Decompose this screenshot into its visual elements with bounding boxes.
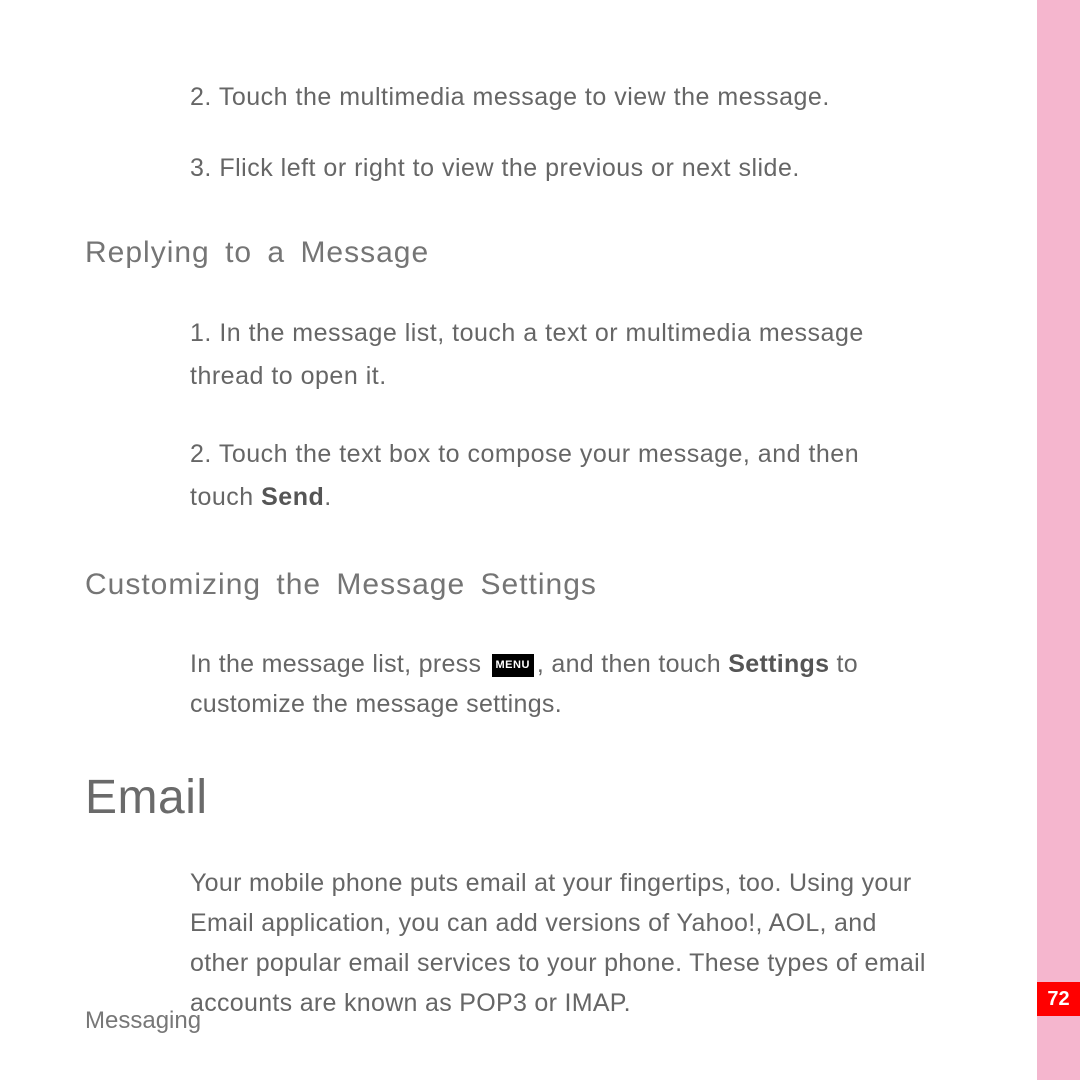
step-number: 2. [190,83,212,111]
step-text: Flick left or right to view the previous… [219,154,800,182]
reply-step-1: 1. In the message list, touch a text or … [85,312,930,397]
page-content: 2. Touch the multimedia message to view … [0,0,1010,1023]
send-label: Send [261,483,324,511]
body-before: In the message list, press [190,650,489,678]
email-body: Your mobile phone puts email at your fin… [85,863,930,1023]
intro-step-2: 2. Touch the multimedia message to view … [85,80,930,115]
menu-icon: MENU [492,654,534,677]
step-text: Touch the multimedia message to view the… [219,83,830,111]
settings-label: Settings [728,650,829,678]
step-number: 2. [190,440,212,468]
step-text-after: . [324,483,331,511]
step-text: In the message list, touch a text or mul… [190,319,864,390]
reply-step-2: 2. Touch the text box to compose your me… [85,433,930,518]
step-number: 3. [190,154,212,182]
body-mid: , and then touch [537,650,728,678]
intro-step-3: 3. Flick left or right to view the previ… [85,151,930,186]
replying-heading: Replying to a Message [85,236,930,270]
email-heading: Email [85,770,930,825]
side-stripe [1037,0,1080,1080]
page-number: 72 [1037,982,1080,1016]
customizing-heading: Customizing the Message Settings [85,568,930,602]
customizing-body: In the message list, press MENU, and the… [85,644,930,724]
footer-chapter: Messaging [85,1007,201,1035]
step-number: 1. [190,319,212,347]
